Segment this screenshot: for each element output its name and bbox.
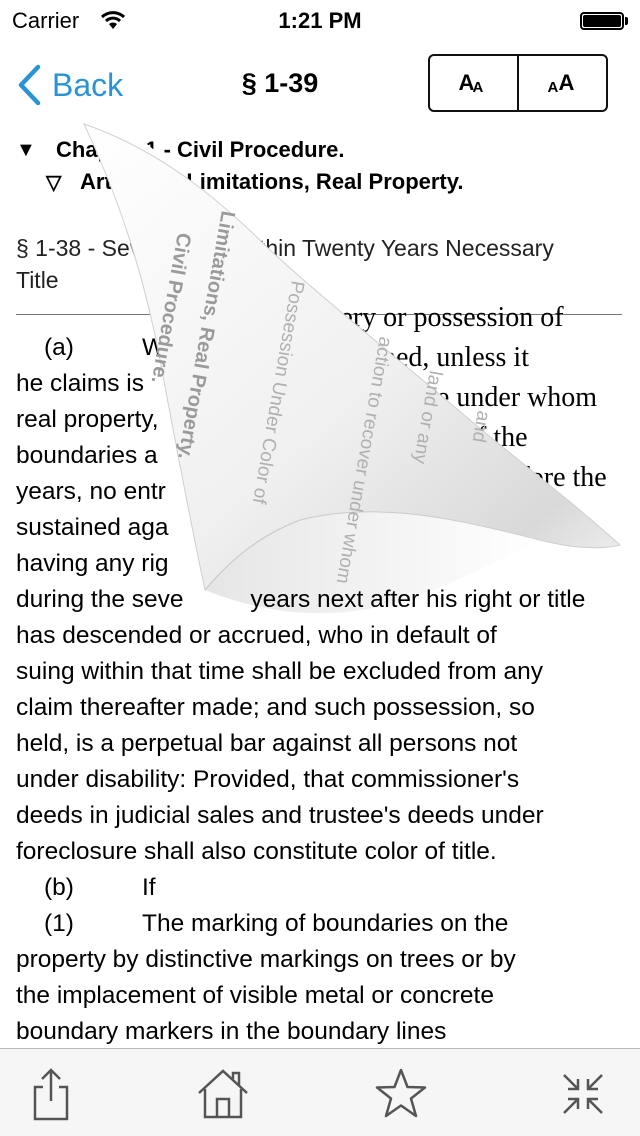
collapse-button[interactable] <box>554 1067 612 1121</box>
subsection-1-heading: (1) The marking of boundaries on the <box>44 910 509 937</box>
text-line: property by distinctive markings on tree… <box>16 946 516 973</box>
text-line: boundary markers in the boundary lines <box>16 1018 447 1045</box>
text-line: held, is a perpetual bar against all per… <box>16 730 518 757</box>
text-line: suing within that time shall be excluded… <box>16 658 544 685</box>
text-line: under disability: Provided, that commiss… <box>16 766 520 793</box>
home-icon <box>198 1069 248 1119</box>
bottom-toolbar <box>0 1048 640 1136</box>
text-line: foreclosure shall also constitute color … <box>16 838 497 865</box>
star-icon <box>375 1068 427 1118</box>
share-button[interactable] <box>22 1067 80 1121</box>
home-button[interactable] <box>194 1067 252 1121</box>
text-line: the implacement of visible metal or conc… <box>16 982 494 1009</box>
share-icon <box>33 1068 69 1121</box>
collapse-icon <box>563 1074 603 1114</box>
favorite-button[interactable] <box>372 1067 430 1121</box>
subsection-b-heading: (b) If <box>44 874 156 901</box>
underlying-page-text: covery or possession of ntained, unless … <box>300 302 607 533</box>
text-line: claim thereafter made; and such possessi… <box>16 694 535 721</box>
text-line: deeds in judicial sales and trustee's de… <box>16 802 544 829</box>
